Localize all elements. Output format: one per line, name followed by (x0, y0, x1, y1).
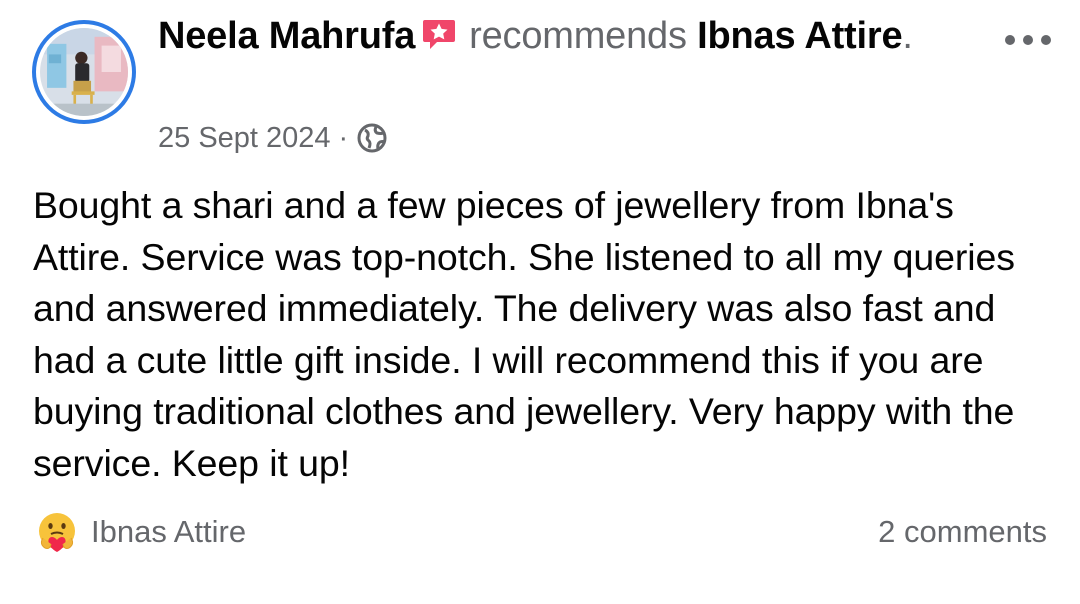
header-end-punct: . (902, 15, 913, 57)
avatar-image (40, 28, 128, 116)
reaction-page-name: Ibnas Attire (91, 514, 247, 549)
page-name-link[interactable]: Ibnas Attire (697, 15, 902, 57)
globe-icon[interactable] (356, 122, 388, 154)
comments-count-link[interactable]: 2 comments (878, 510, 1047, 554)
more-options-button[interactable] (1002, 30, 1054, 50)
recommend-star-icon (421, 16, 457, 52)
post-date[interactable]: 25 Sept 2024 (158, 122, 331, 155)
post-meta: 25 Sept 2024 · (158, 118, 388, 158)
meta-separator: · (338, 121, 349, 154)
more-options-icon (1002, 30, 1054, 50)
reactions-summary[interactable]: Ibnas Attire (35, 508, 246, 556)
recommend-verb: recommends (469, 15, 687, 57)
author-name[interactable]: Neela Mahrufa (158, 15, 415, 57)
avatar[interactable] (32, 20, 136, 124)
post-body-text: Bought a shari and a few pieces of jewel… (33, 184, 1015, 484)
post-header: Neela Mahrufa recommends Ibnas Attire. (158, 12, 918, 60)
care-reaction-icon (35, 510, 79, 554)
